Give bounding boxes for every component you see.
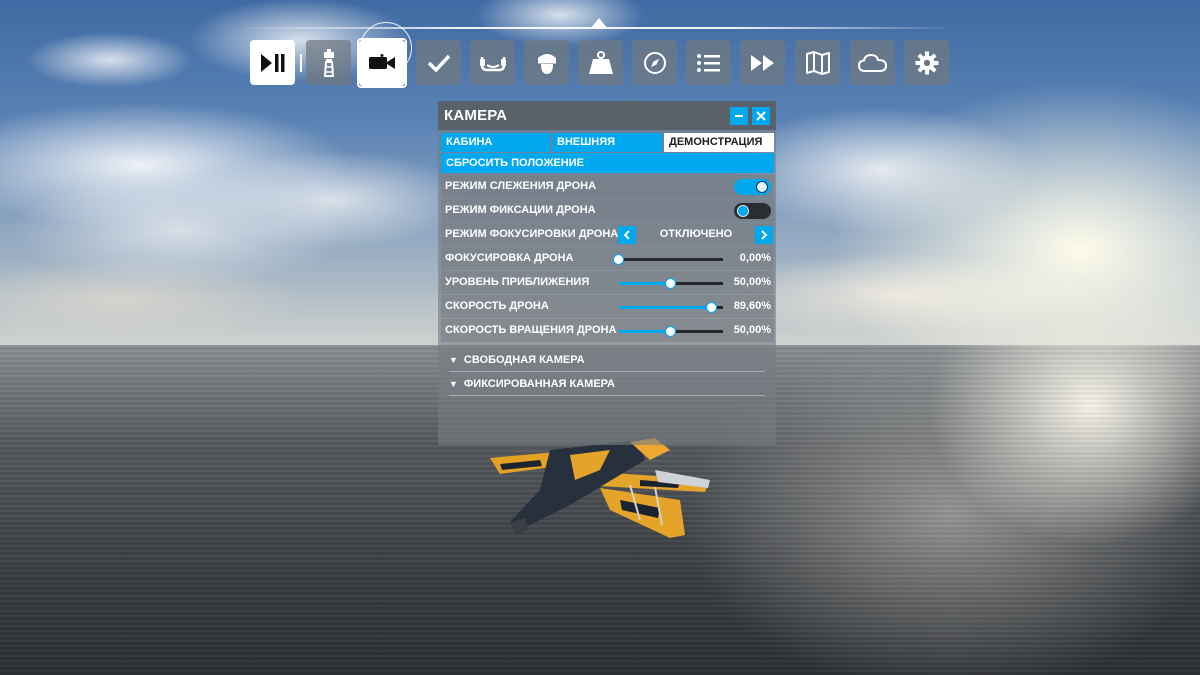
navlog-button[interactable] bbox=[632, 40, 677, 85]
drone-lock-mode-row: РЕЖИМ ФИКСАЦИИ ДРОНА bbox=[441, 199, 774, 222]
pause-resume-button[interactable] bbox=[250, 40, 295, 85]
checklist-button[interactable] bbox=[416, 40, 461, 85]
drone-speed-row: СКОРОСТЬ ДРОНА 89,60% bbox=[441, 295, 774, 318]
toolbar-separator bbox=[300, 54, 302, 72]
reset-position-button[interactable]: СБРОСИТЬ ПОЛОЖЕНИЕ bbox=[441, 153, 774, 173]
focus-mode-prev-button[interactable] bbox=[618, 226, 636, 244]
map-icon bbox=[805, 50, 830, 75]
panel-header: КАМЕРА bbox=[438, 101, 776, 130]
camera-icon bbox=[369, 54, 395, 69]
tab-external[interactable]: ВНЕШНЯЯ bbox=[552, 133, 662, 152]
drone-rotation-speed-row: СКОРОСТЬ ВРАЩЕНИЯ ДРОНА 50,00% bbox=[441, 319, 774, 342]
drone-focus-label: ФОКУСИРОВКА ДРОНА bbox=[445, 252, 574, 264]
fixed-camera-label: ФИКСИРОВАННАЯ КАМЕРА bbox=[463, 378, 615, 390]
minimize-button[interactable] bbox=[730, 107, 748, 125]
focus-mode-next-button[interactable] bbox=[755, 226, 773, 244]
sim-rate-button[interactable] bbox=[740, 40, 785, 85]
drone-focus-slider[interactable] bbox=[613, 254, 723, 265]
pilot-cap-icon bbox=[537, 53, 556, 74]
drone-speed-slider[interactable] bbox=[619, 302, 723, 313]
fast-forward-icon bbox=[750, 54, 774, 71]
objectives-button[interactable] bbox=[686, 40, 731, 85]
toggle-knob bbox=[737, 205, 749, 217]
weather-button[interactable] bbox=[850, 40, 895, 85]
zoom-level-row: УРОВЕНЬ ПРИБЛИЖЕНИЯ 50,00% bbox=[441, 271, 774, 294]
pilot-button[interactable] bbox=[524, 40, 569, 85]
headset-button[interactable] bbox=[470, 40, 515, 85]
slider-handle[interactable] bbox=[665, 278, 676, 289]
drone-speed-label: СКОРОСТЬ ДРОНА bbox=[445, 300, 549, 312]
chevron-right-icon bbox=[761, 230, 768, 240]
drone-focus-value: 0,00% bbox=[739, 252, 771, 264]
zoom-level-label: УРОВЕНЬ ПРИБЛИЖЕНИЯ bbox=[445, 276, 590, 288]
focus-mode-value: ОТКЛЮЧЕНО bbox=[659, 228, 733, 240]
drone-lock-mode-label: РЕЖИМ ФИКСАЦИИ ДРОНА bbox=[445, 204, 596, 216]
toggle-knob bbox=[756, 181, 768, 193]
vfr-map-button[interactable] bbox=[795, 40, 840, 85]
drone-rotation-speed-slider[interactable] bbox=[619, 326, 723, 337]
control-tower-icon bbox=[323, 48, 334, 77]
toolbar-caret-indicator bbox=[591, 18, 607, 28]
drone-focus-mode-label: РЕЖИМ ФОКУСИРОВКИ ДРОНА bbox=[445, 228, 619, 240]
cloud-icon bbox=[857, 53, 887, 72]
biplane-aircraft bbox=[490, 438, 710, 538]
headset-icon bbox=[479, 56, 506, 71]
free-camera-label: СВОБОДНАЯ КАМЕРА bbox=[463, 354, 585, 366]
minimize-icon bbox=[735, 115, 743, 117]
drone-focus-mode-row: РЕЖИМ ФОКУСИРОВКИ ДРОНА ОТКЛЮЧЕНО bbox=[441, 223, 774, 246]
play-pause-icon bbox=[260, 53, 284, 72]
drone-rotation-speed-value: 50,00% bbox=[733, 324, 771, 336]
chevron-left-icon bbox=[623, 230, 630, 240]
drone-speed-value: 89,60% bbox=[733, 300, 771, 312]
drone-follow-mode-label: РЕЖИМ СЛЕЖЕНИЯ ДРОНА bbox=[445, 180, 597, 192]
slider-fill bbox=[619, 306, 713, 309]
slider-handle[interactable] bbox=[613, 254, 624, 265]
tab-showcase[interactable]: ДЕМОНСТРАЦИЯ bbox=[664, 133, 774, 152]
camera-button[interactable] bbox=[359, 40, 405, 86]
weight-button[interactable] bbox=[578, 40, 623, 85]
gear-icon bbox=[915, 51, 938, 74]
zoom-level-value: 50,00% bbox=[733, 276, 771, 288]
weight-icon bbox=[588, 50, 613, 74]
tab-cockpit[interactable]: КАБИНА bbox=[441, 133, 550, 152]
panel-title: КАМЕРА bbox=[444, 107, 508, 124]
close-button[interactable] bbox=[752, 107, 770, 125]
settings-button[interactable] bbox=[904, 40, 949, 85]
slider-handle[interactable] bbox=[706, 302, 718, 313]
slider-handle[interactable] bbox=[665, 326, 676, 337]
free-camera-section[interactable]: ▼ СВОБОДНАЯ КАМЕРА bbox=[449, 349, 765, 372]
drone-follow-mode-row: РЕЖИМ СЛЕЖЕНИЯ ДРОНА bbox=[441, 175, 774, 198]
chevron-down-icon: ▼ bbox=[449, 379, 458, 389]
camera-panel: КАМЕРА КАБИНА ВНЕШНЯЯ ДЕМОНСТРАЦИЯ СБРОС… bbox=[438, 101, 776, 445]
fixed-camera-section[interactable]: ▼ ФИКСИРОВАННАЯ КАМЕРА bbox=[449, 373, 765, 396]
drone-focus-row: ФОКУСИРОВКА ДРОНА 0,00% bbox=[441, 247, 774, 270]
camera-sections: ▼ СВОБОДНАЯ КАМЕРА ▼ ФИКСИРОВАННАЯ КАМЕРА bbox=[441, 349, 774, 397]
slider-fill bbox=[619, 282, 671, 285]
checkmark-icon bbox=[427, 54, 450, 73]
drone-follow-mode-toggle[interactable] bbox=[734, 179, 771, 195]
slider-fill bbox=[619, 330, 671, 333]
list-icon bbox=[696, 53, 720, 72]
zoom-level-slider[interactable] bbox=[619, 278, 723, 289]
chevron-down-icon: ▼ bbox=[449, 355, 458, 365]
compass-icon bbox=[643, 51, 666, 74]
drone-rotation-speed-label: СКОРОСТЬ ВРАЩЕНИЯ ДРОНА bbox=[445, 324, 617, 336]
close-icon bbox=[756, 111, 766, 121]
drone-lock-mode-toggle[interactable] bbox=[734, 203, 771, 219]
atc-button[interactable] bbox=[306, 40, 351, 85]
